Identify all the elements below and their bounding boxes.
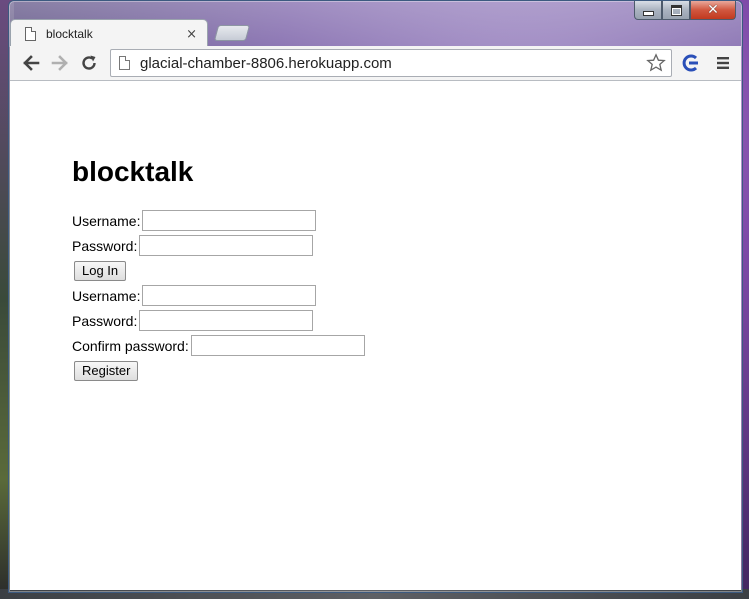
address-bar[interactable]: glacial-chamber-8806.herokuapp.com [110,49,672,77]
tab-title: blocktalk [46,27,93,41]
arrow-left-icon [23,55,40,71]
register-username-input[interactable] [142,285,317,306]
login-username-row: Username: [72,208,365,233]
login-button[interactable]: Log In [74,260,127,281]
hamburger-menu-icon [717,57,729,69]
register-confirm-label: Confirm password: [72,337,189,354]
register-password-label: Password: [72,312,138,329]
close-icon: ✕ [707,2,719,18]
browser-toolbar: glacial-chamber-8806.herokuapp.com [10,46,741,81]
star-icon [646,53,666,72]
login-form: Username: Password: Log In [72,208,365,283]
tab-blocktalk[interactable]: blocktalk × [10,19,208,48]
login-password-label: Password: [72,237,138,254]
login-username-label: Username: [72,212,141,229]
register-password-input[interactable] [139,310,314,331]
register-confirm-input[interactable] [190,335,365,356]
login-button-row: Log In [72,258,365,283]
blocktalk-page: blocktalk Username: Password: Log In Use… [72,156,365,383]
tab-close-button[interactable]: × [186,27,197,42]
minimize-icon [642,10,654,16]
login-username-input[interactable] [142,210,317,231]
arrow-right-icon [51,55,68,71]
bookmark-star-button[interactable] [645,52,667,74]
register-button-row: Register [72,358,365,383]
minimize-button[interactable] [634,1,662,20]
window-controls: ✕ [634,1,736,20]
register-password-row: Password: [72,308,365,333]
maximize-icon [670,4,682,16]
maximize-button[interactable] [662,1,690,20]
page-icon [119,56,130,70]
register-username-row: Username: [72,283,365,308]
page-content: blocktalk Username: Password: Log In Use… [10,81,741,590]
login-password-input[interactable] [139,235,314,256]
new-tab-button[interactable] [213,25,251,41]
url-text[interactable]: glacial-chamber-8806.herokuapp.com [140,55,645,72]
reload-button[interactable] [78,52,100,74]
browser-menu-button[interactable] [712,52,734,74]
close-window-button[interactable]: ✕ [690,1,736,20]
page-title: blocktalk [72,156,194,187]
register-form: Username: Password: Confirm password: Re… [72,283,365,383]
page-icon [25,27,36,41]
back-button[interactable] [20,52,42,74]
forward-button[interactable] [49,52,71,74]
reload-icon [82,55,96,70]
extension-button[interactable] [680,52,702,74]
extension-icon [682,54,698,72]
register-confirm-row: Confirm password: [72,333,365,358]
register-username-label: Username: [72,287,141,304]
login-password-row: Password: [72,233,365,258]
register-button[interactable]: Register [74,360,139,381]
